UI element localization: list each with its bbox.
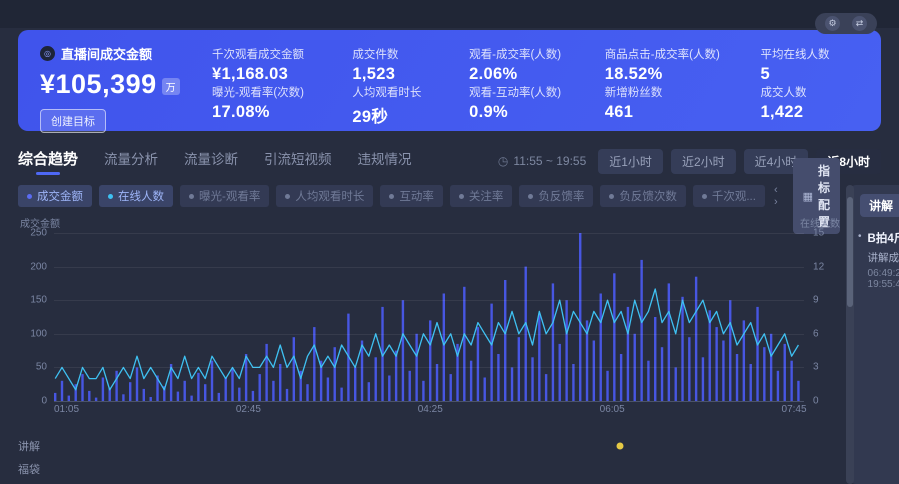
pill-negative-feedback-rate[interactable]: 负反馈率: [519, 185, 593, 207]
left-axis-tick: 0: [41, 396, 54, 407]
unit-badge: 万: [162, 78, 181, 95]
series-dot: [609, 194, 614, 199]
metric-cell: 新增粉丝数461: [605, 84, 753, 127]
series-dot: [108, 194, 113, 199]
right-axis-tick: 6: [804, 328, 819, 339]
gridline: [54, 267, 804, 268]
tab-bar: 综合趋势 流量分析 流量诊断 引流短视频 违规情况 ◷ 11:55 ~ 19:5…: [18, 145, 881, 177]
grid-icon: ▦: [803, 190, 813, 203]
item-bullet: •: [858, 230, 862, 290]
left-axis-tick: 50: [36, 362, 54, 373]
plot-area[interactable]: 25015200121509100650300: [54, 233, 804, 401]
pill-follow-rate[interactable]: 关注率: [450, 185, 513, 207]
x-axis-tick: 01:05: [54, 404, 79, 415]
series-dot: [389, 194, 394, 199]
series-dot: [189, 194, 194, 199]
left-axis-tick: 100: [30, 328, 54, 339]
side-panel: 讲解 福袋 场记 • B拍4斤送1斤共35-4... 讲解成交 ¥3.62万 0…: [850, 185, 899, 484]
product-title: B拍4斤送1斤共35-4...: [868, 230, 899, 246]
trend-panel: 成交金额 在线人数 曝光-观看率 人均观看时长 互动率 关注率 负反馈率 负反馈…: [18, 185, 840, 484]
main-area: 成交金额 在线人数 曝光-观看率 人均观看时长 互动率 关注率 负反馈率 负反馈…: [18, 185, 881, 484]
x-axis-tick: 06:05: [600, 404, 625, 415]
x-axis-tick: 04:25: [418, 404, 443, 415]
side-panel-tabs: 讲解 福袋 场记: [858, 194, 899, 217]
metric-cell: 平均在线人数5: [761, 46, 861, 84]
right-axis-tick: 15: [804, 228, 824, 239]
nav-tabs: 综合趋势 流量分析 流量诊断 引流短视频 违规情况: [18, 148, 412, 175]
metric-cell: 成交人数1,422: [761, 84, 861, 127]
series-dot: [528, 194, 533, 199]
track-lucky-bag: 福袋: [18, 457, 840, 480]
explain-marker[interactable]: [616, 442, 623, 449]
left-axis-tick: 250: [30, 228, 54, 239]
x-axis-tick: 07:45: [782, 404, 807, 415]
right-axis-tick: 3: [804, 362, 819, 373]
pill-interaction-rate[interactable]: 互动率: [380, 185, 443, 207]
x-axis-tick: 02:45: [236, 404, 261, 415]
track-explain: 讲解: [18, 434, 840, 457]
metric-grid: 千次观看成交金额¥1,168.03 成交件数1,523 观看-成交率(人数)2.…: [212, 44, 861, 119]
time-btn-2h[interactable]: 近2小时: [671, 149, 736, 174]
time-btn-1h[interactable]: 近1小时: [598, 149, 663, 174]
metric-cell: 成交件数1,523: [352, 46, 461, 84]
tab-overall-trend[interactable]: 综合趋势: [18, 148, 78, 175]
gridline: [54, 367, 804, 368]
header-toolbar: ⚙ ⇄: [815, 13, 877, 34]
page-scrollbar[interactable]: [846, 185, 854, 484]
primary-metric-label: 直播间成交金额: [61, 44, 152, 63]
primary-metric-value: ¥105,399: [40, 69, 157, 100]
swap-icon[interactable]: ⇄: [852, 16, 867, 31]
tab-traffic-diagnosis[interactable]: 流量诊断: [184, 148, 238, 174]
side-tab-explain[interactable]: 讲解: [860, 194, 899, 217]
gridline: [54, 334, 804, 335]
tab-short-video[interactable]: 引流短视频: [264, 148, 332, 174]
pill-online-users[interactable]: 在线人数: [99, 185, 173, 207]
scrollbar-thumb[interactable]: [847, 197, 853, 307]
clock-icon: ◷: [498, 154, 508, 168]
series-dot: [459, 194, 464, 199]
tab-traffic-analysis[interactable]: 流量分析: [104, 148, 158, 174]
metric-cell: 观看-互动率(人数)0.9%: [469, 84, 597, 127]
target-icon: ◎: [40, 46, 55, 61]
metric-pills-row: 成交金额 在线人数 曝光-观看率 人均观看时长 互动率 关注率 负反馈率 负反馈…: [18, 185, 840, 207]
left-axis-tick: 200: [30, 261, 54, 272]
gridline: [54, 401, 804, 402]
pill-exposure-view-rate[interactable]: 曝光-观看率: [180, 185, 269, 207]
gear-icon[interactable]: ⚙: [825, 16, 840, 31]
time-range-text: 11:55 ~ 19:55: [513, 154, 586, 168]
x-axis-labels: 01:05 02:45 04:25 06:05 07:45: [54, 404, 804, 418]
explain-list-item[interactable]: • B拍4斤送1斤共35-4... 讲解成交 ¥3.62万 06:49:27 ~…: [858, 230, 899, 290]
primary-metric: ◎ 直播间成交金额 ¥105,399 万 创建目标: [40, 44, 212, 119]
track-lane: [54, 434, 840, 457]
gridline: [54, 300, 804, 301]
right-axis-tick: 9: [804, 295, 819, 306]
series-dot: [285, 194, 290, 199]
series-dot: [27, 194, 32, 199]
gridline: [54, 233, 804, 234]
time-range: ◷ 11:55 ~ 19:55: [498, 154, 586, 168]
create-goal-button[interactable]: 创建目标: [40, 109, 106, 133]
pill-negative-feedback-count[interactable]: 负反馈次数: [600, 185, 686, 207]
metric-cell: 千次观看成交金额¥1,168.03: [212, 46, 344, 84]
left-axis-tick: 150: [30, 295, 54, 306]
trend-chart: 成交金额 在线人数 25015200121509100650300 01:050…: [18, 215, 840, 418]
metric-cell: 观看-成交率(人数)2.06%: [469, 46, 597, 84]
track-lane: [54, 457, 840, 480]
chart-canvas: [54, 233, 804, 401]
pill-pagination-arrows[interactable]: ‹ ›: [774, 184, 784, 208]
pill-per-thousand[interactable]: 千次观...: [693, 185, 765, 207]
metric-cell: 人均观看时长29秒: [352, 84, 461, 127]
right-axis-tick: 12: [804, 261, 824, 272]
pill-gmv[interactable]: 成交金额: [18, 185, 92, 207]
annotation-tracks: 讲解 福袋: [18, 434, 840, 480]
metric-cell: 商品点击-成交率(人数)18.52%: [605, 46, 753, 84]
series-dot: [702, 194, 707, 199]
metric-cell: 曝光-观看率(次数)17.08%: [212, 84, 344, 127]
tab-violations[interactable]: 违规情况: [358, 148, 412, 174]
pill-avg-watch-time[interactable]: 人均观看时长: [276, 185, 373, 207]
metrics-header-card: ◎ 直播间成交金额 ¥105,399 万 创建目标 千次观看成交金额¥1,168…: [18, 30, 881, 131]
explain-gmv: 讲解成交 ¥3.62万: [868, 250, 899, 265]
explain-time-range: 06:49:27 ~ 19:55:48: [868, 268, 899, 290]
dashboard-page: ⚙ ⇄ ◎ 直播间成交金额 ¥105,399 万 创建目标 千次观看成交金额¥1…: [0, 0, 899, 484]
